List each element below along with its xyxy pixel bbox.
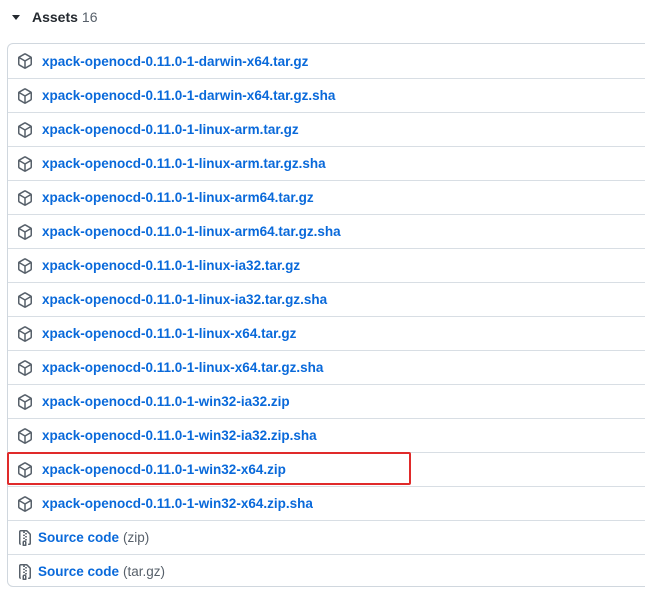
asset-row: xpack-openocd-0.11.0-1-linux-arm.tar.gz xyxy=(8,112,645,146)
asset-row: xpack-openocd-0.11.0-1-linux-arm.tar.gz.… xyxy=(8,146,645,180)
package-icon xyxy=(17,325,33,342)
asset-row: xpack-openocd-0.11.0-1-win32-x64.zip.sha xyxy=(8,486,645,520)
asset-download-link[interactable]: xpack-openocd-0.11.0-1-win32-x64.zip.sha xyxy=(42,496,313,511)
asset-download-link[interactable]: xpack-openocd-0.11.0-1-win32-x64.zip xyxy=(42,462,286,477)
package-icon xyxy=(17,427,33,444)
package-icon xyxy=(17,495,33,512)
asset-download-link[interactable]: xpack-openocd-0.11.0-1-linux-arm.tar.gz xyxy=(42,122,299,137)
assets-count: 16 xyxy=(81,9,98,25)
asset-row: xpack-openocd-0.11.0-1-linux-ia32.tar.gz… xyxy=(8,282,645,316)
source-code-format: (tar.gz) xyxy=(123,564,166,579)
asset-download-link[interactable]: xpack-openocd-0.11.0-1-linux-ia32.tar.gz… xyxy=(42,292,327,307)
file-zip-icon xyxy=(17,529,33,546)
assets-title: Assets xyxy=(32,9,78,25)
asset-row: xpack-openocd-0.11.0-1-linux-x64.tar.gz xyxy=(8,316,645,350)
asset-row: xpack-openocd-0.11.0-1-linux-x64.tar.gz.… xyxy=(8,350,645,384)
package-icon xyxy=(17,53,33,69)
page: Assets 16 xpack-openocd-0.11.0-1-darwin-… xyxy=(0,0,645,590)
package-icon xyxy=(17,87,33,104)
package-icon xyxy=(17,189,33,206)
file-zip-icon xyxy=(17,563,33,580)
source-code-format: (zip) xyxy=(123,530,150,545)
source-code-row: Source code (zip) xyxy=(8,520,645,554)
asset-download-link[interactable]: xpack-openocd-0.11.0-1-linux-x64.tar.gz xyxy=(42,326,296,341)
package-icon xyxy=(17,223,33,240)
asset-download-link[interactable]: xpack-openocd-0.11.0-1-linux-arm.tar.gz.… xyxy=(42,156,326,171)
asset-row: xpack-openocd-0.11.0-1-linux-arm64.tar.g… xyxy=(8,180,645,214)
asset-row: xpack-openocd-0.11.0-1-win32-x64.zip xyxy=(8,452,645,486)
asset-download-link[interactable]: xpack-openocd-0.11.0-1-darwin-x64.tar.gz xyxy=(42,54,308,69)
asset-download-link[interactable]: xpack-openocd-0.11.0-1-linux-ia32.tar.gz xyxy=(42,258,300,273)
package-icon xyxy=(17,393,33,410)
asset-download-link[interactable]: xpack-openocd-0.11.0-1-linux-x64.tar.gz.… xyxy=(42,360,323,375)
package-icon xyxy=(17,291,33,308)
asset-download-link[interactable]: xpack-openocd-0.11.0-1-linux-arm64.tar.g… xyxy=(42,190,314,205)
source-code-link[interactable]: Source code xyxy=(38,530,119,545)
package-icon xyxy=(17,155,33,172)
asset-download-link[interactable]: xpack-openocd-0.11.0-1-win32-ia32.zip xyxy=(42,394,290,409)
asset-row: xpack-openocd-0.11.0-1-linux-ia32.tar.gz xyxy=(8,248,645,282)
asset-row: xpack-openocd-0.11.0-1-darwin-x64.tar.gz… xyxy=(8,78,645,112)
asset-row: xpack-openocd-0.11.0-1-win32-ia32.zip.sh… xyxy=(8,418,645,452)
triangle-down-icon xyxy=(12,14,20,20)
asset-row: xpack-openocd-0.11.0-1-win32-ia32.zip xyxy=(8,384,645,418)
assets-toggle[interactable]: Assets 16 xyxy=(12,5,98,29)
source-code-row: Source code (tar.gz) xyxy=(8,554,645,586)
asset-download-link[interactable]: xpack-openocd-0.11.0-1-darwin-x64.tar.gz… xyxy=(42,88,335,103)
asset-download-link[interactable]: xpack-openocd-0.11.0-1-linux-arm64.tar.g… xyxy=(42,224,341,239)
asset-download-link[interactable]: xpack-openocd-0.11.0-1-win32-ia32.zip.sh… xyxy=(42,428,317,443)
asset-row: xpack-openocd-0.11.0-1-linux-arm64.tar.g… xyxy=(8,214,645,248)
package-icon xyxy=(17,257,33,274)
source-code-link[interactable]: Source code xyxy=(38,564,119,579)
package-icon xyxy=(17,359,33,376)
asset-list: xpack-openocd-0.11.0-1-darwin-x64.tar.gz… xyxy=(7,43,645,587)
package-icon xyxy=(17,461,33,478)
asset-row: xpack-openocd-0.11.0-1-darwin-x64.tar.gz xyxy=(8,44,645,78)
package-icon xyxy=(17,121,33,138)
